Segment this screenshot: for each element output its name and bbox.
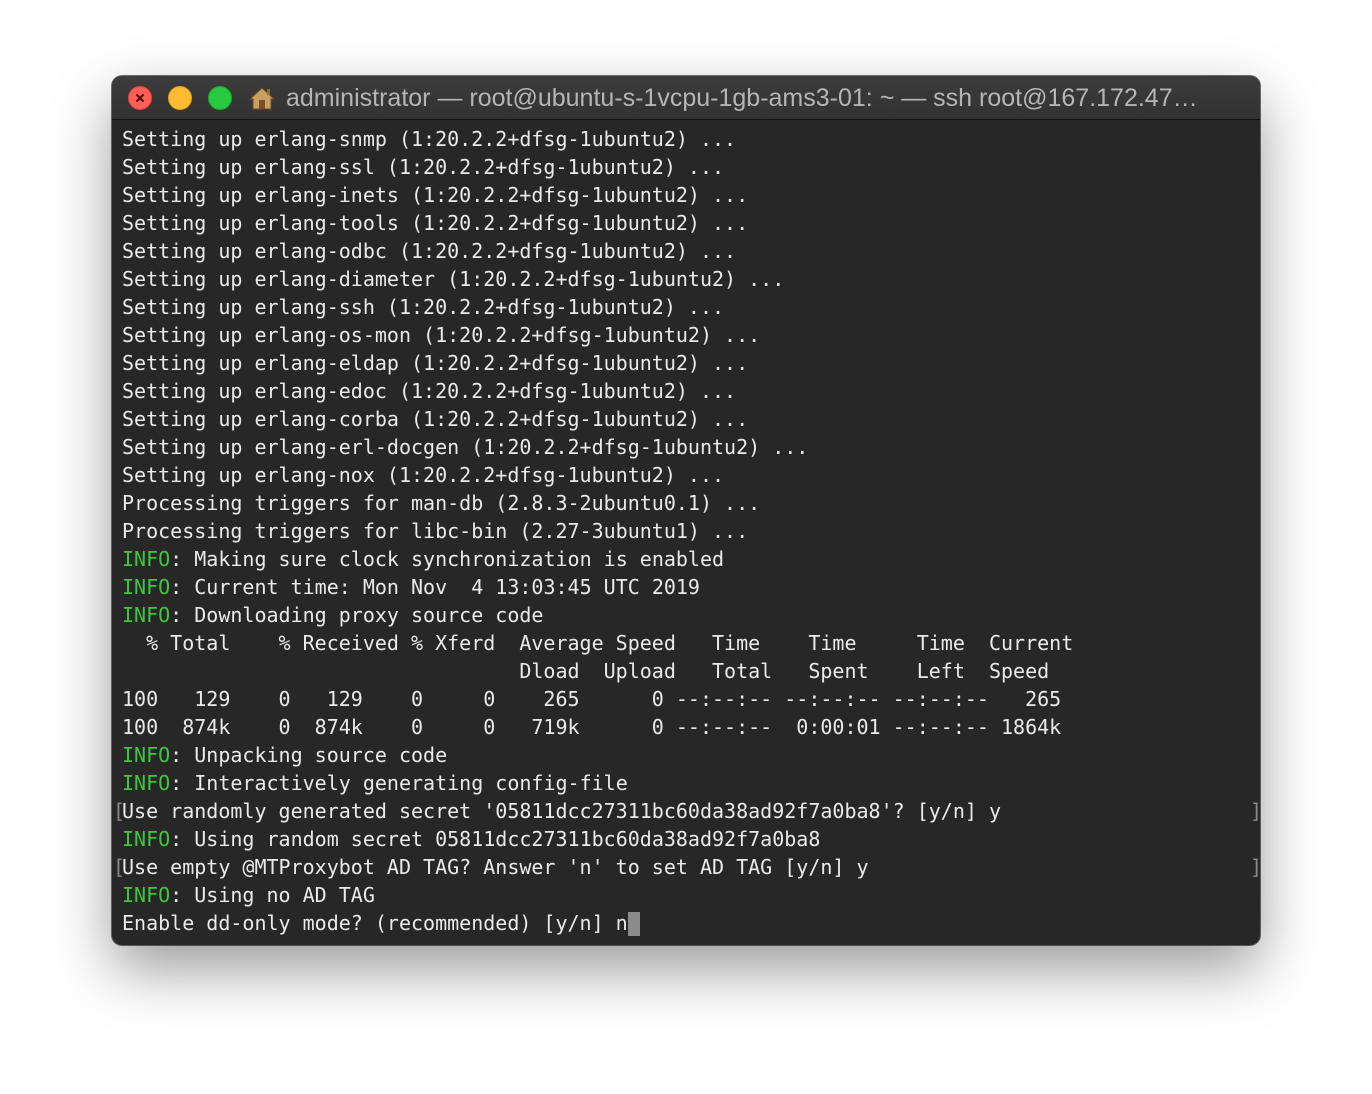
line-text: Setting up erlang-corba (1:20.2.2+dfsg-1… bbox=[122, 407, 749, 431]
terminal-line: INFO: Downloading proxy source code bbox=[122, 601, 1260, 629]
line-text: Setting up erlang-os-mon (1:20.2.2+dfsg-… bbox=[122, 323, 761, 347]
info-tag: INFO bbox=[122, 603, 171, 627]
terminal-line: % Total % Received % Xferd Average Speed… bbox=[122, 629, 1260, 657]
line-text: : Unpacking source code bbox=[170, 743, 448, 767]
terminal-line: Enable dd-only mode? (recommended) [y/n]… bbox=[122, 909, 1260, 937]
line-text: % Total % Received % Xferd Average Speed… bbox=[122, 631, 1074, 655]
terminal-line: Setting up erlang-erl-docgen (1:20.2.2+d… bbox=[122, 433, 1260, 461]
terminal-line: Setting up erlang-diameter (1:20.2.2+dfs… bbox=[122, 265, 1260, 293]
line-text: Setting up erlang-snmp (1:20.2.2+dfsg-1u… bbox=[122, 127, 737, 151]
line-text: Dload Upload Total Spent Left Speed bbox=[122, 659, 1050, 683]
line-text: Setting up erlang-inets (1:20.2.2+dfsg-1… bbox=[122, 183, 749, 207]
mark-bracket-close: ] bbox=[1250, 797, 1260, 825]
line-text: : Using random secret 05811dcc27311bc60d… bbox=[170, 827, 821, 851]
line-text: Setting up erlang-erl-docgen (1:20.2.2+d… bbox=[122, 435, 809, 459]
terminal-line: INFO: Using random secret 05811dcc27311b… bbox=[122, 825, 1260, 853]
info-tag: INFO bbox=[122, 771, 171, 795]
line-text: Processing triggers for libc-bin (2.27-3… bbox=[122, 519, 749, 543]
terminal-line: INFO: Unpacking source code bbox=[122, 741, 1260, 769]
line-text: Setting up erlang-edoc (1:20.2.2+dfsg-1u… bbox=[122, 379, 737, 403]
terminal-line: Processing triggers for libc-bin (2.27-3… bbox=[122, 517, 1260, 545]
line-text: Use randomly generated secret '05811dcc2… bbox=[122, 799, 1001, 823]
window-title: administrator — root@ubuntu-s-1vcpu-1gb-… bbox=[286, 84, 1198, 112]
terminal-line: Setting up erlang-odbc (1:20.2.2+dfsg-1u… bbox=[122, 237, 1260, 265]
line-text: Setting up erlang-ssl (1:20.2.2+dfsg-1ub… bbox=[122, 155, 725, 179]
home-icon bbox=[249, 87, 275, 110]
terminal-line: Setting up erlang-ssh (1:20.2.2+dfsg-1ub… bbox=[122, 293, 1260, 321]
terminal-line: INFO: Interactively generating config-fi… bbox=[122, 769, 1260, 797]
terminal-line: Setting up erlang-os-mon (1:20.2.2+dfsg-… bbox=[122, 321, 1260, 349]
terminal-line: Processing triggers for man-db (2.8.3-2u… bbox=[122, 489, 1260, 517]
terminal-line: Setting up erlang-snmp (1:20.2.2+dfsg-1u… bbox=[122, 125, 1260, 153]
info-tag: INFO bbox=[122, 547, 171, 571]
close-button[interactable] bbox=[128, 86, 152, 110]
terminal-line: Dload Upload Total Spent Left Speed bbox=[122, 657, 1260, 685]
terminal-line: Setting up erlang-inets (1:20.2.2+dfsg-1… bbox=[122, 181, 1260, 209]
line-text: : Downloading proxy source code bbox=[170, 603, 544, 627]
line-text: 100 874k 0 874k 0 0 719k 0 --:--:-- 0:00… bbox=[122, 715, 1062, 739]
terminal-line: Setting up erlang-tools (1:20.2.2+dfsg-1… bbox=[122, 209, 1260, 237]
line-text: Setting up erlang-ssh (1:20.2.2+dfsg-1ub… bbox=[122, 295, 725, 319]
line-text: : Interactively generating config-file bbox=[170, 771, 628, 795]
terminal-window: administrator — root@ubuntu-s-1vcpu-1gb-… bbox=[112, 76, 1260, 945]
terminal-line: Setting up erlang-edoc (1:20.2.2+dfsg-1u… bbox=[122, 377, 1260, 405]
terminal-line: INFO: Making sure clock synchronization … bbox=[122, 545, 1260, 573]
mark-bracket-close: ] bbox=[1250, 853, 1260, 881]
title-bar[interactable]: administrator — root@ubuntu-s-1vcpu-1gb-… bbox=[112, 76, 1260, 120]
terminal-line: Setting up erlang-nox (1:20.2.2+dfsg-1ub… bbox=[122, 461, 1260, 489]
info-tag: INFO bbox=[122, 743, 171, 767]
terminal-line: 100 874k 0 874k 0 0 719k 0 --:--:-- 0:00… bbox=[122, 713, 1260, 741]
terminal-line: 100 129 0 129 0 0 265 0 --:--:-- --:--:-… bbox=[122, 685, 1260, 713]
terminal-line: Setting up erlang-ssl (1:20.2.2+dfsg-1ub… bbox=[122, 153, 1260, 181]
info-tag: INFO bbox=[122, 883, 171, 907]
line-text: : Using no AD TAG bbox=[170, 883, 375, 907]
terminal-output[interactable]: Setting up erlang-snmp (1:20.2.2+dfsg-1u… bbox=[112, 125, 1260, 943]
line-text: Setting up erlang-nox (1:20.2.2+dfsg-1ub… bbox=[122, 463, 725, 487]
line-text: Use empty @MTProxybot AD TAG? Answer 'n'… bbox=[122, 855, 869, 879]
close-icon bbox=[135, 97, 145, 99]
terminal-line: [Use empty @MTProxybot AD TAG? Answer 'n… bbox=[113, 853, 1260, 881]
terminal-line: [Use randomly generated secret '05811dcc… bbox=[113, 797, 1260, 825]
line-text: Setting up erlang-tools (1:20.2.2+dfsg-1… bbox=[122, 211, 749, 235]
info-tag: INFO bbox=[122, 827, 171, 851]
terminal-line: Setting up erlang-eldap (1:20.2.2+dfsg-1… bbox=[122, 349, 1260, 377]
line-text: Setting up erlang-eldap (1:20.2.2+dfsg-1… bbox=[122, 351, 749, 375]
terminal-line: INFO: Using no AD TAG bbox=[122, 881, 1260, 909]
line-text: Setting up erlang-diameter (1:20.2.2+dfs… bbox=[122, 267, 785, 291]
info-tag: INFO bbox=[122, 575, 171, 599]
zoom-button[interactable] bbox=[208, 86, 232, 110]
terminal-line: INFO: Current time: Mon Nov 4 13:03:45 U… bbox=[122, 573, 1260, 601]
line-text: : Current time: Mon Nov 4 13:03:45 UTC 2… bbox=[170, 575, 700, 599]
line-text: Enable dd-only mode? (recommended) [y/n]… bbox=[122, 911, 628, 935]
mark-bracket-open: [ bbox=[113, 799, 126, 823]
minimize-button[interactable] bbox=[168, 86, 192, 110]
line-text: 100 129 0 129 0 0 265 0 --:--:-- --:--:-… bbox=[122, 687, 1062, 711]
text-cursor bbox=[627, 912, 640, 936]
line-text: : Making sure clock synchronization is e… bbox=[170, 547, 725, 571]
terminal-line: Setting up erlang-corba (1:20.2.2+dfsg-1… bbox=[122, 405, 1260, 433]
line-text: Setting up erlang-odbc (1:20.2.2+dfsg-1u… bbox=[122, 239, 737, 263]
line-text: Processing triggers for man-db (2.8.3-2u… bbox=[122, 491, 761, 515]
mark-bracket-open: [ bbox=[113, 855, 126, 879]
